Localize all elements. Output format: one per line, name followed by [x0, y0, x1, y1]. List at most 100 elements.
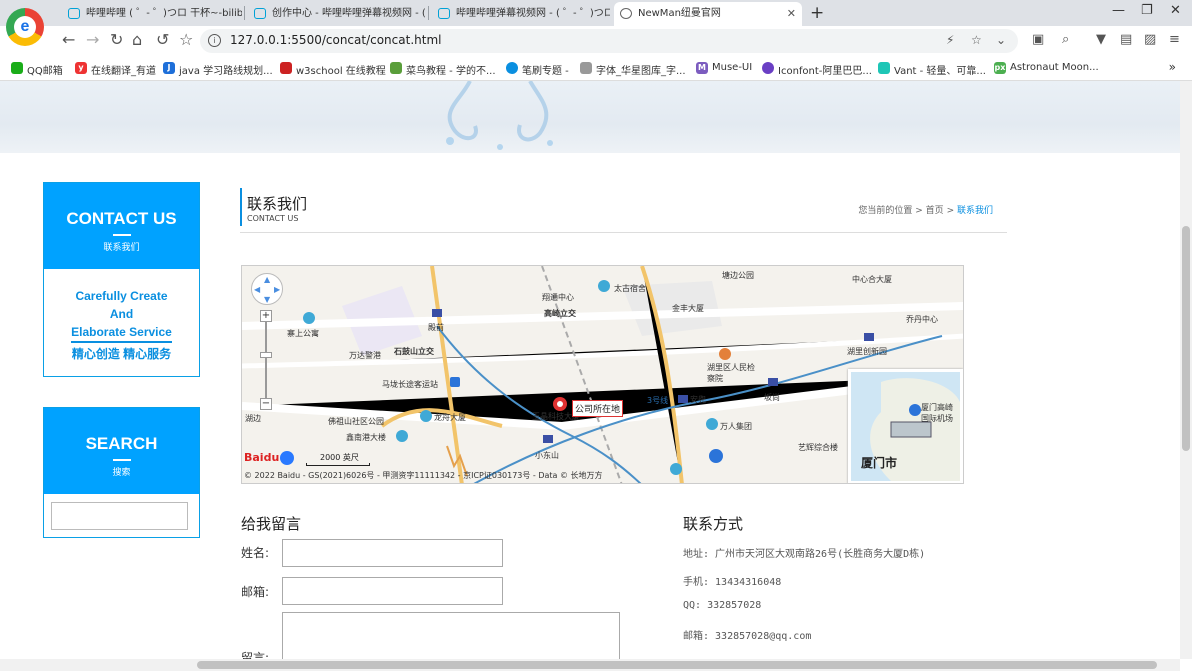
w3school-icon — [280, 62, 292, 74]
font-icon — [580, 62, 592, 74]
map-label: 鑫南港大楼 — [346, 433, 386, 442]
map-scale: 2000 英尺 — [306, 452, 370, 466]
map-label: 厦门高崎国际机场 — [921, 403, 953, 423]
content-header: 联系我们 CONTACT US 您当前的位置 > 首页 > 联系我们 — [240, 188, 1007, 233]
page-viewport: CONTACT US 联系我们 Carefully Create And Ela… — [0, 81, 1180, 659]
email-input[interactable] — [282, 577, 503, 605]
map-label: 太古宿舍 — [614, 284, 646, 293]
map-label: 佛祖山社区公园 — [328, 417, 384, 426]
map-label: 塘边公园 — [722, 271, 754, 280]
shield-icon[interactable]: ▼ — [1096, 32, 1106, 47]
message-form-title: 给我留言 — [241, 515, 302, 533]
forward-icon[interactable]: → — [86, 30, 99, 49]
tab-newman-active[interactable]: NewMan纽曼官网 ✕ — [614, 2, 802, 26]
sidebar-search-subtitle: 搜索 — [112, 468, 131, 478]
bookmark-item[interactable]: QQ邮箱 — [11, 62, 63, 77]
map-label: 坂尚 — [764, 393, 780, 402]
map-label: 安兜 — [690, 395, 706, 404]
menu-icon[interactable]: ≡ — [1169, 32, 1180, 47]
search-input[interactable] — [51, 502, 188, 530]
map-label: 万人集团 — [720, 422, 752, 431]
back-icon[interactable]: ← — [62, 30, 75, 49]
bookmark-item[interactable]: M Muse-UI — [696, 62, 752, 74]
email-label: 邮箱: — [241, 585, 270, 599]
home-icon[interactable]: ⌂ — [132, 30, 142, 49]
bookmark-item[interactable]: w3school 在线教程 — [280, 62, 386, 77]
bilibili-icon — [254, 8, 266, 19]
astronaut-icon: px — [994, 62, 1006, 74]
page-title: 联系我们 — [247, 195, 308, 213]
iconfont-icon — [762, 62, 774, 74]
map-label: 艺辉综合楼 — [798, 443, 838, 452]
map-zoom-control[interactable]: + − — [260, 310, 272, 410]
sidebar-contact-header: CONTACT US 联系我们 — [44, 183, 199, 269]
sidebar-contact-box: CONTACT US 联系我们 Carefully Create And Ela… — [43, 182, 200, 377]
tab-bilibili-video[interactable]: 哔哩哔哩弹幕视频网 - ( ゜- ゜)つロ — [432, 2, 610, 26]
bookmark-item[interactable]: y 在线翻译_有道 — [75, 62, 156, 77]
vertical-scrollbar[interactable] — [1180, 81, 1192, 659]
bookmark-item[interactable]: Vant - 轻量、可靠... — [878, 62, 986, 77]
contact-info-title: 联系方式 — [683, 515, 744, 533]
map-copyright: © 2022 Baidu - GS(2021)6026号 - 甲测资字11111… — [244, 471, 603, 480]
contact-qq: QQ: 332857028 — [683, 600, 762, 611]
map-pan-control[interactable]: ▲ ▼ ◀ ▶ — [251, 273, 283, 305]
restore-icon[interactable]: ❐ — [1141, 3, 1153, 18]
undo-icon[interactable]: ↺ — [156, 30, 169, 49]
bookmark-item[interactable]: Jjava 学习路线规划... — [163, 62, 273, 77]
map-label: 湖里区人民检察院 — [707, 363, 755, 383]
tab-bilibili-creator[interactable]: 创作中心 - 哔哩哔哩弹幕视频网 - ( — [248, 2, 426, 26]
slogan: Carefully Create And Elaborate Service 精… — [71, 289, 172, 361]
map-label: 小东山 — [535, 451, 559, 460]
map-label: 石鼓山立交 — [394, 347, 434, 356]
message-textarea[interactable] — [282, 612, 620, 659]
minimize-icon[interactable]: — — [1112, 3, 1125, 18]
zoom-in-icon[interactable]: + — [260, 310, 272, 322]
message-label: 留言: — [241, 651, 270, 659]
breadcrumb-current: 联系我们 — [956, 206, 993, 216]
new-tab-button[interactable]: + — [810, 3, 824, 23]
close-window-icon[interactable]: ✕ — [1170, 3, 1181, 18]
search-icon[interactable]: ⌕ — [1062, 32, 1069, 47]
map-label: 殿前 — [428, 323, 444, 332]
company-location-label[interactable]: 公司所在地 — [572, 400, 624, 417]
sidebar-contact-subtitle: 联系我们 — [103, 243, 140, 253]
qq-mail-icon — [11, 62, 23, 74]
zoom-out-icon[interactable]: − — [260, 398, 272, 410]
map-label: 寨上公寓 — [287, 329, 319, 338]
name-label: 姓名: — [241, 546, 270, 560]
tab-bilibili-home[interactable]: 哔哩哔哩 ( ゜- ゜)つロ 干杯~-bilibili — [62, 2, 242, 26]
overview-mini-map[interactable]: 厦门高崎国际机场 厦门市 — [848, 369, 963, 483]
omnibox[interactable]: i 127.0.0.1:5500/concat/concat.html ⚡ ☆ … — [200, 29, 1018, 53]
bookmarks-more-button[interactable]: » — [1169, 60, 1176, 74]
close-tab-icon[interactable]: ✕ — [787, 2, 796, 26]
name-input[interactable] — [282, 539, 503, 567]
chevron-down-icon[interactable]: ⌄ — [996, 33, 1006, 47]
java-icon: J — [163, 62, 175, 74]
map-label: 马垅长途客运站 — [382, 380, 438, 389]
sidebar-search-header: SEARCH 搜索 — [44, 408, 199, 494]
bookmark-item[interactable]: px Astronaut Moon... — [994, 62, 1099, 74]
map-label: 万达警港 — [349, 351, 381, 360]
map-label: 湖里创新园 — [847, 347, 887, 356]
reader-icon[interactable]: ▤ — [1120, 32, 1132, 47]
reload-icon[interactable]: ↻ — [110, 30, 123, 49]
extension-icon[interactable]: ▣ — [1032, 32, 1044, 47]
star-icon[interactable]: ☆ — [179, 30, 193, 49]
bookmark-item[interactable]: Iconfont-阿里巴巴... — [762, 62, 872, 77]
breadcrumb-home-link[interactable]: 首页 — [926, 206, 944, 216]
bookmark-star-icon[interactable]: ☆ — [971, 33, 982, 47]
tab-strip: 哔哩哔哩 ( ゜- ゜)つロ 干杯~-bilibili 创作中心 - 哔哩哔哩弹… — [0, 0, 1192, 26]
url-text[interactable]: 127.0.0.1:5500/concat/concat.html — [230, 33, 441, 47]
map-label: 金丰大厦 — [672, 304, 704, 313]
info-icon[interactable]: i — [208, 34, 221, 47]
lightning-icon[interactable]: ⚡ — [946, 33, 954, 47]
baidu-map[interactable]: ▲ ▼ ◀ ▶ + − 塘边公园 中心合大厦 翔通中心 太古宿舍 金丰大厦 乔丹中心… — [241, 265, 964, 484]
bookmark-item[interactable]: 字体_华星图库_字... — [580, 62, 686, 77]
muse-ui-icon: M — [696, 62, 708, 74]
horizontal-scrollbar[interactable] — [0, 659, 1180, 671]
address-bar-row: ← → ↻ ⌂ ↺ ☆ i 127.0.0.1:5500/concat/conc… — [0, 26, 1192, 56]
map-label: 中心合大厦 — [852, 275, 892, 284]
bookmark-item[interactable]: 菜鸟教程 - 学的不... — [390, 62, 496, 77]
pdf-icon[interactable]: ▨ — [1144, 32, 1156, 47]
bookmark-item[interactable]: 笔刷专题 - — [506, 62, 569, 77]
